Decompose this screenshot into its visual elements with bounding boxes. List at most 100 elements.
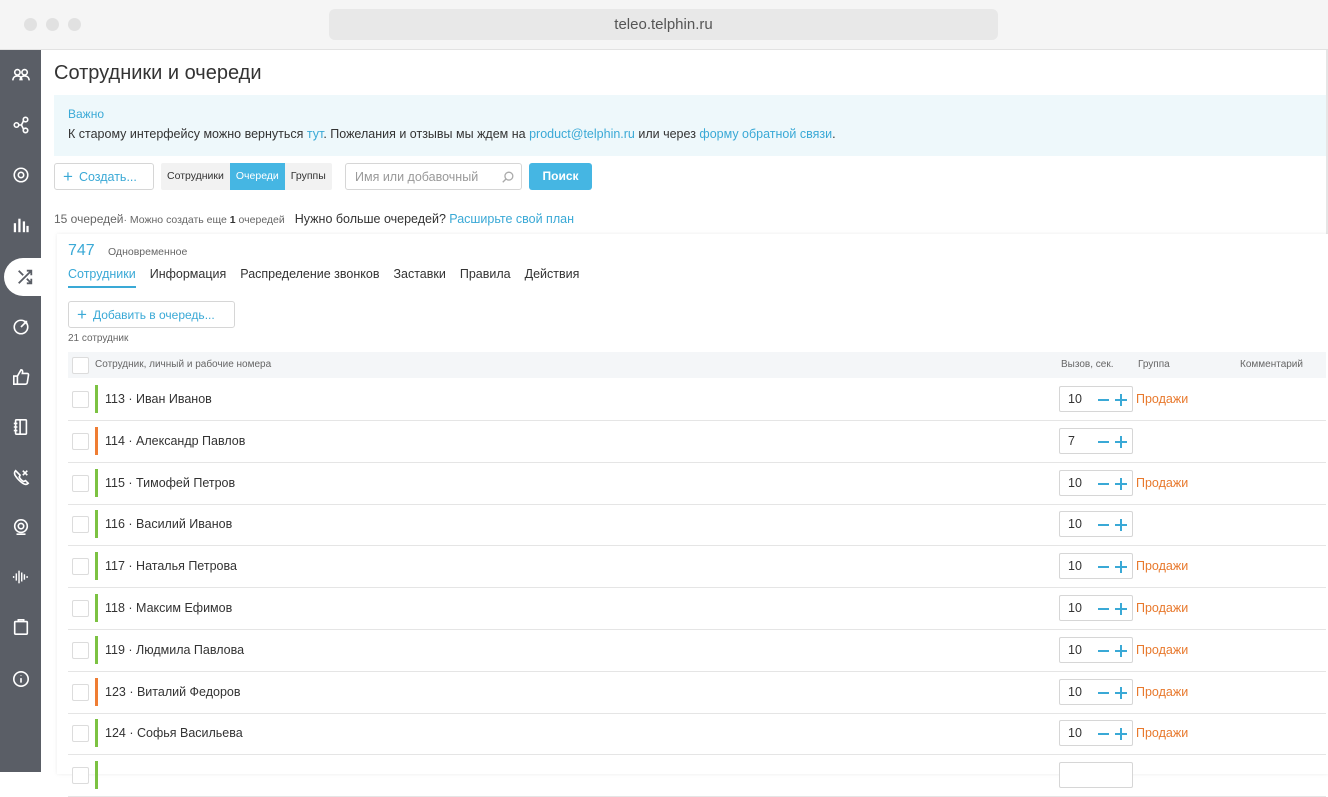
plus-icon[interactable] bbox=[1115, 561, 1127, 573]
tab-employees[interactable]: Сотрудники bbox=[68, 267, 136, 288]
employee-name: 113 · Иван Иванов bbox=[105, 392, 212, 406]
group-label[interactable]: Продажи bbox=[1136, 476, 1188, 490]
minus-icon[interactable] bbox=[1098, 399, 1109, 401]
sidebar-item-contacts[interactable] bbox=[0, 408, 41, 446]
minus-icon[interactable] bbox=[1098, 692, 1109, 694]
search-input[interactable] bbox=[353, 164, 503, 189]
sidebar-item-integrations[interactable] bbox=[0, 106, 41, 144]
table-row: 117 · Наталья Петрова 10 Продажи bbox=[68, 546, 1326, 588]
seconds-stepper[interactable] bbox=[1059, 762, 1133, 788]
email-link[interactable]: product@telphin.ru bbox=[529, 127, 635, 141]
group-label[interactable]: Продажи bbox=[1136, 726, 1188, 740]
upgrade-plan-link[interactable]: Расширьте свой план bbox=[449, 212, 574, 226]
target-icon bbox=[12, 319, 29, 335]
minus-icon[interactable] bbox=[1098, 733, 1109, 735]
seconds-value[interactable]: 10 bbox=[1068, 476, 1082, 490]
row-checkbox[interactable] bbox=[72, 725, 89, 742]
table-row: 119 · Людмила Павлова 10 Продажи bbox=[68, 630, 1326, 672]
segment-employees[interactable]: Сотрудники bbox=[161, 163, 230, 190]
employee-name: 117 · Наталья Петрова bbox=[105, 559, 237, 573]
plus-icon[interactable] bbox=[1115, 645, 1127, 657]
row-checkbox[interactable] bbox=[72, 516, 89, 533]
group-label[interactable]: Продажи bbox=[1136, 685, 1188, 699]
sidebar-item-users[interactable] bbox=[0, 56, 41, 94]
row-checkbox[interactable] bbox=[72, 642, 89, 659]
can-create-text: · Можно создать еще bbox=[123, 214, 230, 226]
plus-icon[interactable] bbox=[1115, 394, 1127, 406]
window-maximize-dot[interactable] bbox=[68, 18, 81, 31]
minus-icon[interactable] bbox=[1098, 566, 1109, 568]
tab-greetings[interactable]: Заставки bbox=[393, 267, 445, 288]
sidebar-item-statistics[interactable] bbox=[0, 206, 41, 244]
seconds-value[interactable]: 10 bbox=[1068, 601, 1082, 615]
minus-icon[interactable] bbox=[1098, 524, 1109, 526]
column-group: Группа bbox=[1138, 359, 1170, 370]
queue-tabs: Сотрудники Информация Распределение звон… bbox=[68, 267, 579, 288]
browser-chrome: teleo.telphin.ru bbox=[0, 0, 1328, 50]
notice-heading: Важно bbox=[68, 107, 105, 121]
table-row: 114 · Александр Павлов 7 bbox=[68, 421, 1326, 463]
row-checkbox[interactable] bbox=[72, 475, 89, 492]
group-label[interactable]: Продажи bbox=[1136, 559, 1188, 573]
sidebar-item-goals[interactable] bbox=[0, 308, 41, 346]
sidebar-item-missed-calls[interactable] bbox=[0, 458, 41, 496]
seconds-value[interactable]: 10 bbox=[1068, 517, 1082, 531]
segment-queues[interactable]: Очереди bbox=[229, 163, 285, 190]
sidebar-item-info[interactable] bbox=[0, 660, 41, 698]
search-button[interactable]: Поиск bbox=[529, 163, 592, 190]
row-checkbox[interactable] bbox=[72, 433, 89, 450]
queue-number: 747 bbox=[68, 242, 95, 259]
group-label[interactable]: Продажи bbox=[1136, 601, 1188, 615]
tab-rules[interactable]: Правила bbox=[460, 267, 511, 288]
old-interface-link[interactable]: тут bbox=[307, 127, 323, 141]
plus-icon: + bbox=[77, 305, 87, 324]
window-minimize-dot[interactable] bbox=[46, 18, 59, 31]
plus-icon[interactable] bbox=[1115, 519, 1127, 531]
tab-actions[interactable]: Действия bbox=[525, 267, 580, 288]
plus-icon[interactable] bbox=[1115, 603, 1127, 615]
row-checkbox[interactable] bbox=[72, 391, 89, 408]
plus-icon[interactable] bbox=[1115, 687, 1127, 699]
feedback-form-link[interactable]: форму обратной связи bbox=[699, 127, 832, 141]
seconds-value[interactable]: 10 bbox=[1068, 726, 1082, 740]
address-bar[interactable]: teleo.telphin.ru bbox=[329, 9, 998, 40]
create-button[interactable]: + Создать... bbox=[54, 163, 154, 190]
window-close-dot[interactable] bbox=[24, 18, 37, 31]
seconds-value[interactable]: 10 bbox=[1068, 392, 1082, 406]
need-more-text: Нужно больше очередей? bbox=[294, 212, 446, 226]
minus-icon[interactable] bbox=[1098, 483, 1109, 485]
minus-icon[interactable] bbox=[1098, 650, 1109, 652]
group-label[interactable]: Продажи bbox=[1136, 643, 1188, 657]
plus-icon[interactable] bbox=[1115, 728, 1127, 740]
status-indicator bbox=[95, 719, 98, 747]
tab-call-distribution[interactable]: Распределение звонков bbox=[240, 267, 379, 288]
row-checkbox[interactable] bbox=[72, 600, 89, 617]
sidebar-item-recordings[interactable] bbox=[0, 558, 41, 596]
seconds-value[interactable]: 7 bbox=[1068, 434, 1075, 448]
segment-groups[interactable]: Группы bbox=[285, 163, 332, 190]
row-checkbox[interactable] bbox=[72, 767, 89, 784]
row-checkbox[interactable] bbox=[72, 684, 89, 701]
clipboard-icon bbox=[13, 618, 28, 636]
sidebar-item-routing[interactable] bbox=[4, 258, 45, 296]
seconds-stepper: 10 bbox=[1059, 511, 1133, 537]
select-all-checkbox[interactable] bbox=[72, 357, 89, 374]
notice-text-part: К старому интерфейсу можно вернуться bbox=[68, 127, 307, 141]
plus-icon[interactable] bbox=[1115, 436, 1127, 448]
group-label[interactable]: Продажи bbox=[1136, 392, 1188, 406]
seconds-value[interactable]: 10 bbox=[1068, 643, 1082, 657]
sidebar-item-feedback[interactable] bbox=[0, 358, 41, 396]
seconds-stepper: 10 bbox=[1059, 553, 1133, 579]
add-to-queue-button[interactable]: + Добавить в очередь... bbox=[68, 301, 235, 328]
minus-icon[interactable] bbox=[1098, 441, 1109, 443]
minus-icon[interactable] bbox=[1098, 608, 1109, 610]
sidebar-item-settings[interactable] bbox=[0, 156, 41, 194]
seconds-value[interactable]: 10 bbox=[1068, 685, 1082, 699]
can-create-suffix: очередей bbox=[235, 214, 285, 226]
tab-information[interactable]: Информация bbox=[150, 267, 227, 288]
row-checkbox[interactable] bbox=[72, 558, 89, 575]
sidebar-item-video[interactable] bbox=[0, 508, 41, 546]
seconds-value[interactable]: 10 bbox=[1068, 559, 1082, 573]
sidebar-item-tasks[interactable] bbox=[0, 608, 41, 646]
plus-icon[interactable] bbox=[1115, 478, 1127, 490]
